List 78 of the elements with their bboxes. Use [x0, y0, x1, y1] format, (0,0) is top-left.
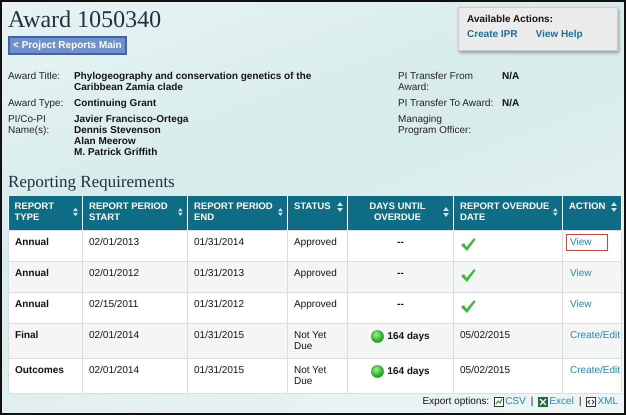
column-header[interactable]: REPORT PERIOD START [82, 196, 188, 230]
action-link[interactable]: View Help [536, 29, 583, 40]
spreadsheet-icon [538, 396, 548, 406]
field-value: M. Patrick Griffith [74, 147, 158, 158]
field-value: N/A [502, 98, 520, 109]
sort-icon [337, 202, 343, 212]
back-button[interactable]: < Project Reports Main [8, 36, 127, 55]
days-count: -- [397, 298, 404, 310]
days-count: -- [397, 236, 404, 248]
page-title: Award 1050340 [8, 6, 162, 34]
table-cell: Annual [8, 230, 82, 261]
column-header[interactable]: REPORT TYPE [8, 196, 82, 230]
column-header[interactable]: DAYS UNTIL OVERDUE [348, 196, 454, 230]
table-cell: Outcomes [8, 358, 82, 393]
field-label: PI Transfer From Award: [398, 71, 474, 93]
csv-file-icon [494, 396, 504, 406]
field-label: Award Type: [8, 98, 64, 109]
separator: | [578, 396, 582, 407]
days-count: -- [397, 268, 404, 278]
checkmark-icon [460, 268, 476, 282]
table-cell: 02/01/2014 [82, 358, 188, 393]
action-link[interactable]: Create IPR [467, 29, 518, 40]
table-cell: 01/31/2015 [188, 323, 288, 358]
table-cell: Annual [8, 261, 82, 292]
section-title: Reporting Requirements [8, 172, 176, 192]
column-header[interactable]: REPORT OVERDUE DATE [454, 196, 562, 230]
column-header[interactable]: STATUS [288, 196, 348, 230]
table-cell: Approved [288, 230, 348, 261]
table-cell: 01/31/2015 [188, 358, 288, 393]
days-count: 164 days [387, 366, 430, 376]
column-header[interactable]: REPORT PERIOD END [188, 196, 288, 230]
status-dot-icon [371, 330, 384, 342]
sort-icon [443, 207, 449, 217]
table-cell: 02/01/2012 [82, 261, 188, 292]
table-cell: 02/01/2013 [82, 230, 188, 261]
table-cell: 01/31/2013 [188, 261, 288, 292]
xml-file-icon [586, 396, 596, 406]
field-label: PI/Co-PI Name(s): [8, 114, 50, 138]
export-link[interactable]: CSV [494, 396, 526, 407]
action-link[interactable]: Create/Edit [566, 362, 624, 378]
sort-icon [278, 207, 283, 217]
overdue-date: 05/02/2015 [460, 364, 510, 376]
table-cell: 02/01/2014 [82, 323, 188, 358]
table-cell: Not Yet Due [288, 323, 348, 358]
field-value: Javier Francisco-Ortega [74, 114, 190, 125]
sort-icon [553, 207, 558, 217]
field-value: Dennis Stevenson [74, 125, 162, 136]
export-link[interactable]: Excel [538, 396, 574, 407]
field-value: Alan Meerow [74, 136, 137, 147]
sort-icon [72, 207, 78, 217]
actions-heading: Available Actions: [467, 14, 554, 25]
table-cell: Not Yet Due [288, 358, 348, 393]
checkmark-icon [460, 298, 476, 314]
column-header[interactable]: ACTION [562, 196, 622, 230]
action-link[interactable]: Create/Edit [566, 326, 624, 344]
overdue-date: 05/02/2015 [460, 330, 510, 340]
table-cell: Approved [288, 292, 348, 323]
field-label: Award Title: [8, 71, 62, 84]
table-cell: 02/15/2011 [82, 292, 188, 323]
table-cell: 01/31/2014 [188, 230, 288, 261]
sort-icon [611, 202, 617, 212]
field-value: Continuing Grant [74, 98, 158, 109]
sort-icon [178, 207, 183, 217]
table-cell: 01/31/2012 [188, 292, 288, 323]
action-link[interactable]: View [566, 234, 608, 250]
table-cell: Annual [8, 292, 82, 323]
days-count: 164 days [387, 330, 430, 342]
field-value: N/A [502, 71, 520, 82]
table-cell: Approved [288, 261, 348, 292]
export-label: Export options: [422, 396, 490, 407]
export-link[interactable]: XML [586, 396, 618, 407]
field-label: Managing Program Officer: [398, 114, 472, 136]
separator: | [530, 396, 534, 407]
table-cell: Final [8, 323, 82, 358]
status-dot-icon [371, 364, 384, 378]
checkmark-icon [460, 236, 476, 252]
field-label: PI Transfer To Award: [398, 98, 494, 109]
field-value: Phylogeography and conservation genetics of the Caribbean Zamia clade [74, 71, 312, 93]
